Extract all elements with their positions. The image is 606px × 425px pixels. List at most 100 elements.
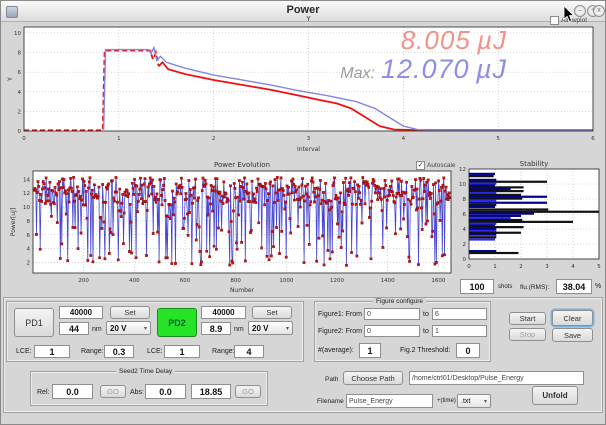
svg-text:6: 6 xyxy=(18,70,22,76)
abs-label: Abs: xyxy=(130,389,144,396)
svg-text:12: 12 xyxy=(459,167,466,173)
abs-input[interactable] xyxy=(145,384,186,399)
threshold-label: Fig.2 Threshold: xyxy=(400,347,450,354)
path-input[interactable] xyxy=(409,371,584,385)
power-evolution-plot: 20040060080010001200140016002468101214Po… xyxy=(7,159,459,293)
unfold-button[interactable]: Unfold xyxy=(532,386,578,405)
shots-input[interactable] xyxy=(460,279,494,294)
pd2-lce-label: LCE: xyxy=(147,348,163,355)
fig1-to-label: to xyxy=(423,311,429,318)
pd2-set-button[interactable]: Set xyxy=(252,306,292,319)
mouse-cursor-icon xyxy=(563,6,577,24)
fig2-to-input[interactable] xyxy=(432,325,487,337)
pd2-lce-input[interactable] xyxy=(164,345,200,358)
pd1-voltage-dropdown[interactable]: 20 V▾ xyxy=(106,321,151,335)
filename-label: Filename xyxy=(317,398,344,405)
svg-text:0: 0 xyxy=(467,264,471,270)
time-suffix-label: +(time) xyxy=(437,398,456,404)
rms-input[interactable] xyxy=(556,279,592,294)
svg-text:2: 2 xyxy=(27,261,31,267)
energy-readout: 8.005 µJ Max:12.070 µJ xyxy=(340,27,507,83)
pd2-wavelength-input[interactable] xyxy=(201,322,231,335)
svg-text:800: 800 xyxy=(230,278,241,284)
pd1-nm-label: nm xyxy=(92,326,102,333)
svg-text:4: 4 xyxy=(571,264,575,270)
chevron-down-icon: ▾ xyxy=(286,325,289,332)
pd1-set-button[interactable]: Set xyxy=(110,306,150,319)
pd1-range-input[interactable] xyxy=(104,345,134,358)
pd1-range-label: Range: xyxy=(81,348,104,355)
svg-text:5: 5 xyxy=(496,136,500,142)
checkmark-icon: ✓ xyxy=(416,161,425,170)
svg-text:200: 200 xyxy=(78,278,89,284)
pd2-range-label: Range: xyxy=(212,348,235,355)
svg-text:400: 400 xyxy=(129,278,140,284)
svg-text:1600: 1600 xyxy=(431,278,445,284)
svg-text:10: 10 xyxy=(459,182,466,188)
chevron-down-icon: ▾ xyxy=(484,398,487,405)
pd1-wavelength-input[interactable] xyxy=(59,322,89,335)
fig1-from-input[interactable] xyxy=(364,308,420,320)
svg-text:3: 3 xyxy=(307,136,311,142)
stop-button[interactable]: Stop xyxy=(509,328,546,341)
start-button[interactable]: Start xyxy=(509,312,546,325)
pd1-lce-input[interactable] xyxy=(34,345,70,358)
svg-text:12: 12 xyxy=(23,191,30,197)
percent-label: % xyxy=(595,283,601,290)
svg-text:Y: Y xyxy=(305,15,311,23)
svg-text:4: 4 xyxy=(18,90,22,96)
filename-input[interactable] xyxy=(346,394,433,408)
pd2-button[interactable]: PD2 xyxy=(157,308,197,337)
svg-text:1200: 1200 xyxy=(330,278,344,284)
svg-text:8: 8 xyxy=(18,51,22,57)
pd1-gain-input[interactable] xyxy=(59,306,103,319)
svg-text:6: 6 xyxy=(463,212,467,218)
svg-text:Interval: Interval xyxy=(297,146,320,153)
clear-button[interactable]: Clear xyxy=(552,310,593,326)
rms-label: flu.(RMS): xyxy=(520,284,549,291)
threshold-input[interactable] xyxy=(456,343,480,358)
svg-text:8: 8 xyxy=(27,219,31,225)
fig1-to-input[interactable] xyxy=(432,308,487,320)
svg-text:1: 1 xyxy=(493,264,497,270)
svg-text:4: 4 xyxy=(402,136,406,142)
app-window: Power – + x Allowplot 01234560246810YInt… xyxy=(0,0,606,425)
shots-label: shots xyxy=(498,284,512,290)
pd2-voltage-dropdown[interactable]: 20 V▾ xyxy=(248,321,293,335)
fig2-to-label: to xyxy=(423,328,429,335)
choose-path-button[interactable]: Choose Path xyxy=(343,371,403,385)
svg-text:6: 6 xyxy=(27,233,31,239)
svg-text:8: 8 xyxy=(463,197,467,203)
chevron-down-icon: ▾ xyxy=(144,325,147,332)
fig2-from-input[interactable] xyxy=(364,325,420,337)
svg-text:14: 14 xyxy=(23,177,30,183)
fig1-label: Figure1: From xyxy=(318,311,362,318)
rel-input[interactable] xyxy=(52,384,93,399)
path-label: Path xyxy=(325,376,338,383)
svg-text:10: 10 xyxy=(14,31,21,37)
rel-go-button[interactable]: GO xyxy=(100,385,126,398)
pd2-range-input[interactable] xyxy=(234,345,264,358)
max-energy-value: Max:12.070 µJ xyxy=(340,56,507,83)
svg-text:0: 0 xyxy=(463,257,467,263)
energy-trace-plot: 01234560246810YIntervalY xyxy=(5,13,605,161)
svg-text:2: 2 xyxy=(519,264,523,270)
svg-text:Number: Number xyxy=(230,287,255,293)
svg-text:4: 4 xyxy=(463,227,467,233)
svg-text:5: 5 xyxy=(597,264,601,270)
pd1-button[interactable]: PD1 xyxy=(14,308,54,337)
abs-position-input[interactable] xyxy=(191,384,231,399)
autoscale-checkbox[interactable]: ✓ Autoscale xyxy=(416,161,456,170)
autoscale-label: Autoscale xyxy=(427,162,456,169)
extension-dropdown[interactable]: .txt▾ xyxy=(457,394,491,408)
average-label: #(average): xyxy=(318,347,354,354)
save-button[interactable]: Save xyxy=(552,328,593,342)
figure-config-title: Figure configure xyxy=(373,298,426,305)
svg-text:1400: 1400 xyxy=(381,278,395,284)
average-input[interactable] xyxy=(359,343,381,358)
svg-text:Power Evolution: Power Evolution xyxy=(214,161,270,169)
fig2-label: Figure2: From xyxy=(318,328,362,335)
pd2-gain-input[interactable] xyxy=(201,306,246,319)
abs-go-button[interactable]: GO xyxy=(235,385,261,398)
svg-text:6: 6 xyxy=(591,136,595,142)
